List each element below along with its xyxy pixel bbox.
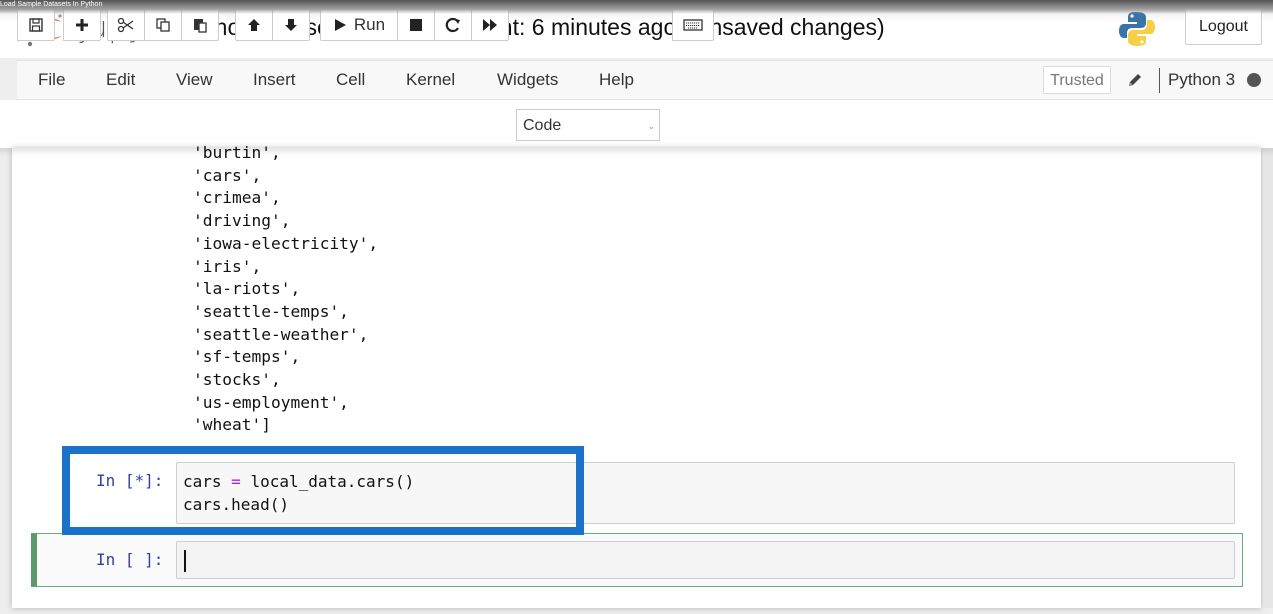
code-input[interactable]	[176, 541, 1235, 579]
chevron-down-icon: ⌄	[647, 121, 655, 131]
keyboard-icon	[683, 19, 703, 31]
save-icon	[29, 18, 43, 32]
paste-icon	[194, 19, 207, 33]
output-line: 'crimea',	[193, 188, 281, 208]
arrow-down-icon	[285, 19, 297, 31]
stop-icon	[410, 19, 422, 31]
menu-cell[interactable]: Cell	[336, 61, 365, 99]
kernel-separator	[1159, 68, 1160, 93]
python-logo-icon	[1119, 12, 1155, 46]
annotation-highlight-box	[62, 446, 584, 535]
output-line: 'la-riots',	[193, 279, 301, 299]
arrow-up-icon	[248, 19, 260, 31]
output-line: 'wheat']	[193, 415, 271, 435]
restart-icon	[445, 17, 460, 33]
trusted-badge[interactable]: Trusted	[1043, 66, 1111, 94]
pencil-icon[interactable]	[1126, 71, 1144, 89]
output-line: 'seattle-temps',	[193, 301, 349, 321]
menu-kernel[interactable]: Kernel	[406, 61, 455, 99]
output-line: 'stocks',	[193, 370, 281, 390]
header-shadow	[0, 148, 1273, 156]
copy-icon	[156, 18, 170, 32]
run-label: Run	[353, 15, 386, 34]
video-title-overlay: Load Sample Datasets In Python	[0, 0, 1273, 14]
output-line: 'us-employment',	[193, 392, 349, 412]
menu-insert[interactable]: Insert	[253, 61, 296, 99]
code-cell-selected[interactable]: In [ ]:	[31, 533, 1243, 587]
fast-forward-icon	[483, 19, 497, 31]
kernel-status-indicator	[1247, 73, 1261, 87]
scrollbar[interactable]	[1263, 148, 1273, 608]
menu-file[interactable]: File	[38, 61, 65, 99]
menu-view[interactable]: View	[176, 61, 213, 99]
output-line: 'iris',	[193, 256, 262, 276]
menu-edit[interactable]: Edit	[106, 61, 135, 99]
text-cursor	[184, 550, 186, 572]
menu-widgets[interactable]: Widgets	[497, 61, 558, 99]
cell-type-value: Code	[523, 117, 562, 134]
cell-output: 'burtin', 'cars', 'crimea', 'driving', '…	[193, 142, 378, 437]
plus-icon	[76, 19, 88, 31]
menu-help[interactable]: Help	[599, 61, 634, 99]
output-line: 'seattle-weather',	[193, 324, 369, 344]
cell-type-select[interactable]: Code ⌄	[516, 109, 660, 141]
kernel-name[interactable]: Python 3	[1168, 70, 1235, 90]
output-line: 'cars',	[193, 165, 262, 185]
output-line: 'sf-temps',	[193, 347, 301, 367]
scissors-icon	[117, 17, 134, 33]
play-icon	[334, 19, 346, 31]
output-line: 'driving',	[193, 211, 291, 231]
cell-prompt: In [ ]:	[96, 550, 164, 569]
output-line: 'iowa-electricity',	[193, 233, 379, 253]
